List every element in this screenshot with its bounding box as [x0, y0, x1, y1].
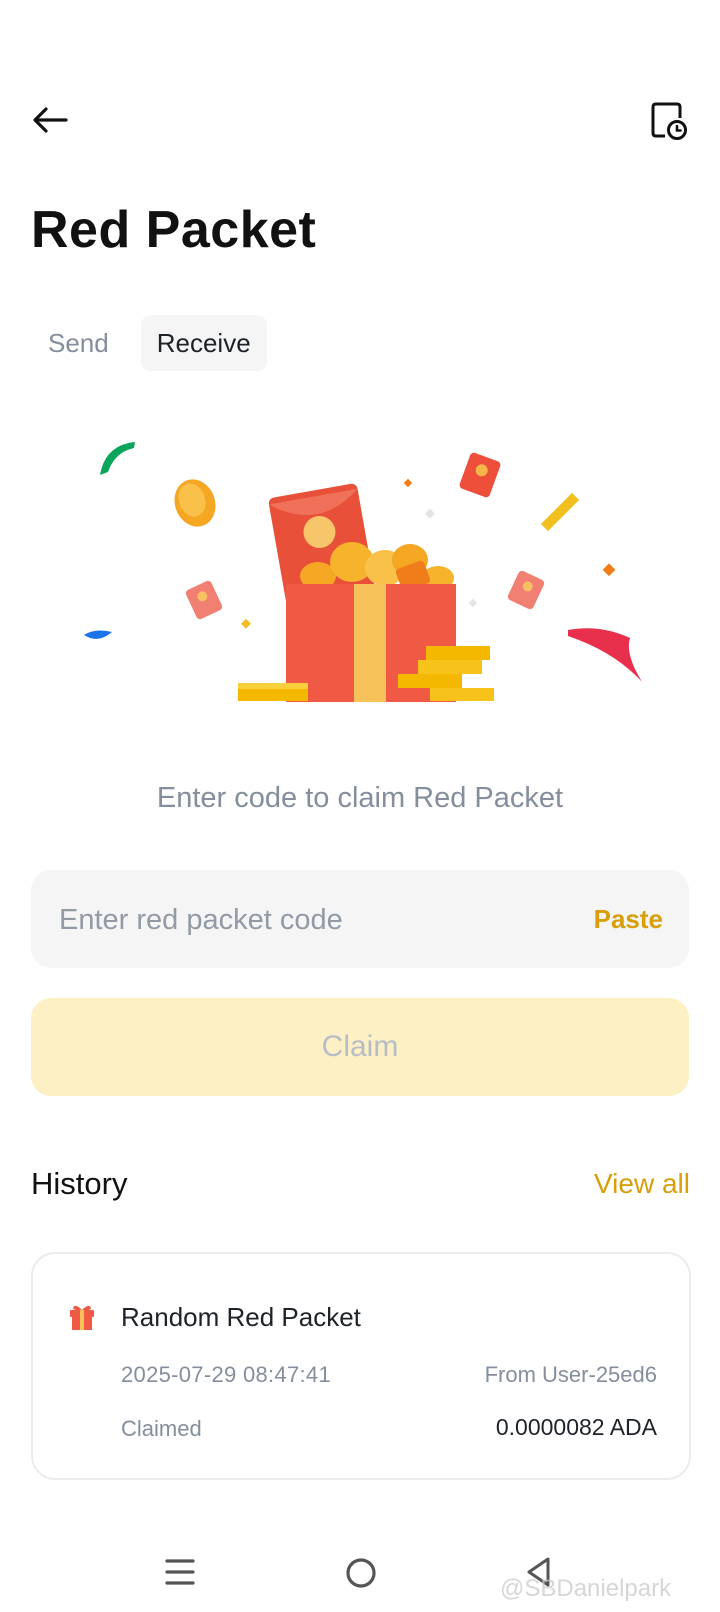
history-item-sender: From User-25ed6	[484, 1362, 657, 1387]
history-item-title: Random Red Packet	[121, 1302, 361, 1332]
tab-bar: Send Receive	[32, 315, 267, 371]
back-button[interactable]	[30, 103, 74, 147]
history-record-button[interactable]	[650, 102, 690, 146]
document-clock-icon	[651, 102, 687, 140]
red-packet-code-input[interactable]	[57, 870, 561, 970]
view-all-link[interactable]: View all	[594, 1168, 690, 1200]
history-item-datetime: 2025-07-29 08:47:41	[121, 1362, 331, 1387]
arrow-left-icon	[33, 107, 68, 133]
paste-button[interactable]: Paste	[594, 870, 663, 968]
history-item-card[interactable]: Random Red Packet 2025-07-29 08:47:41 Fr…	[31, 1252, 691, 1480]
gift-icon	[67, 1302, 97, 1332]
history-item-status: Claimed	[121, 1416, 202, 1441]
menu-icon	[165, 1559, 195, 1585]
claim-button[interactable]: Claim	[31, 998, 689, 1096]
tab-send[interactable]: Send	[32, 315, 125, 371]
red-packet-page: Red Packet Send Receive Enter code to cl…	[0, 0, 720, 1612]
history-item-amount: 0.0000082 ADA	[495, 1414, 657, 1440]
nav-menu-button[interactable]	[164, 1556, 196, 1588]
page-title: Red Packet	[31, 201, 317, 259]
code-input-container: Paste	[31, 870, 689, 970]
history-heading: History	[31, 1166, 128, 1201]
watermark-text: @SBDanielpark	[500, 1575, 672, 1602]
tab-receive[interactable]: Receive	[140, 315, 267, 371]
home-circle-icon	[346, 1558, 376, 1588]
nav-home-button[interactable]	[344, 1556, 378, 1590]
claim-hint-text: Enter code to claim Red Packet	[156, 782, 564, 814]
red-packet-gift-illustration	[80, 440, 680, 740]
